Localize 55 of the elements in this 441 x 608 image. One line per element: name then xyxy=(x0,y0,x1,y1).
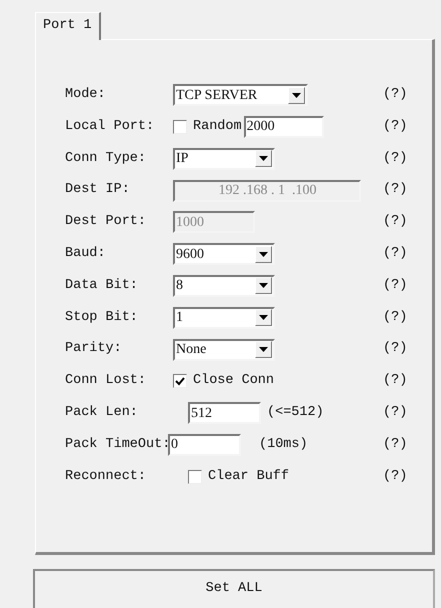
caret-icon xyxy=(259,283,268,288)
field-label: Local Port: xyxy=(65,118,156,136)
help-link[interactable]: (?) xyxy=(383,339,432,360)
help-link[interactable]: (?) xyxy=(383,116,432,138)
field-label: Data Bit: xyxy=(65,276,139,295)
tab[interactable]: Port 1 xyxy=(35,12,101,40)
field-label: Conn Lost: xyxy=(65,372,148,390)
unit-label: (10ms) xyxy=(259,436,308,454)
dropdown[interactable]: 9600 xyxy=(173,243,275,266)
caret-icon xyxy=(292,92,301,98)
dropdown[interactable]: 1 xyxy=(173,306,275,329)
dropdown[interactable]: IP xyxy=(173,148,275,170)
checkbox[interactable] xyxy=(173,120,187,134)
help-link[interactable]: (?) xyxy=(383,244,432,264)
dropdown[interactable]: None xyxy=(173,338,275,361)
help-link[interactable]: (?) xyxy=(383,434,432,456)
checkbox[interactable] xyxy=(173,374,187,388)
caret-icon xyxy=(259,347,268,352)
dropdown[interactable]: TCP SERVER xyxy=(173,84,308,106)
input-field[interactable]: 2000 xyxy=(244,116,324,138)
caret-icon xyxy=(259,156,268,162)
help-link[interactable]: (?) xyxy=(383,402,432,424)
checkbox[interactable] xyxy=(188,470,202,484)
dropdown-button[interactable] xyxy=(255,246,272,263)
input-field[interactable]: 512 xyxy=(188,402,261,424)
dropdown-button[interactable] xyxy=(255,309,272,326)
checkbox-label: Random xyxy=(193,118,242,136)
help-link[interactable]: (?) xyxy=(383,85,432,106)
help-link[interactable]: (?) xyxy=(383,371,432,392)
help-link[interactable]: (?) xyxy=(383,466,432,487)
checkbox-label: Clear Buff xyxy=(208,468,290,486)
help-link[interactable]: (?) xyxy=(383,276,432,296)
input-field[interactable]: 0 xyxy=(168,434,241,456)
field-label: Dest IP: xyxy=(65,181,131,200)
field-label: Baud: xyxy=(65,245,107,263)
field-label: Parity: xyxy=(65,340,123,358)
field-label: Mode: xyxy=(65,86,107,104)
dropdown-button[interactable] xyxy=(255,150,272,168)
dropdown-button[interactable] xyxy=(255,341,272,358)
field-label: Conn Type: xyxy=(65,150,148,168)
checkbox-label: Close Conn xyxy=(193,372,274,390)
field-label: Pack Len: xyxy=(65,404,139,422)
dropdown[interactable]: 8 xyxy=(173,274,275,297)
unit-label: (<=512) xyxy=(267,404,324,422)
help-link[interactable]: (?) xyxy=(383,148,432,169)
field-label: Stop Bit: xyxy=(65,308,139,327)
caret-icon xyxy=(259,252,268,257)
dropdown-button[interactable] xyxy=(255,277,272,294)
caret-icon xyxy=(259,315,268,320)
set-all-button[interactable]: Set ALL xyxy=(33,569,435,608)
dropdown-button[interactable] xyxy=(288,86,305,104)
help-link[interactable]: (?) xyxy=(383,308,432,328)
checkmark-icon xyxy=(175,376,185,386)
field-label: Dest Port: xyxy=(65,213,148,232)
field-label: Reconnect: xyxy=(65,468,148,486)
